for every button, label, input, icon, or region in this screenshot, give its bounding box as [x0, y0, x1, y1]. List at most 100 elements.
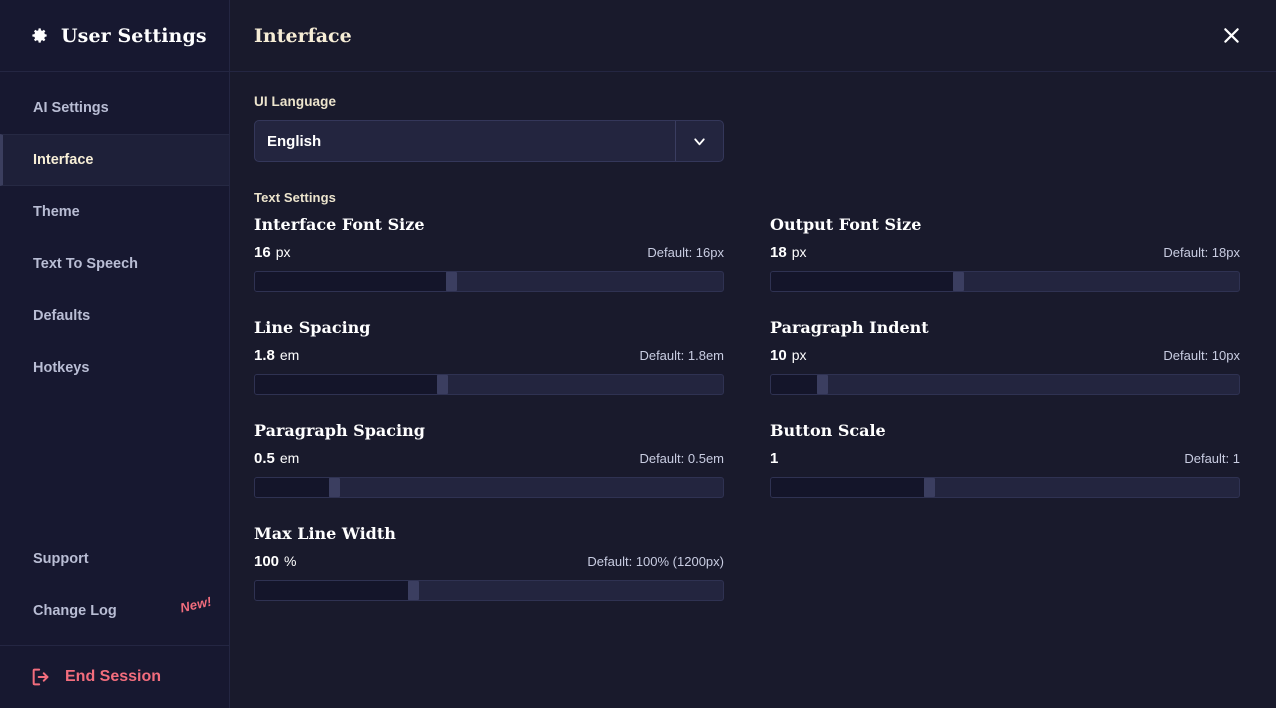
app-title: User Settings — [61, 25, 207, 47]
sidebar-item-label: Defaults — [33, 308, 90, 324]
end-session-label: End Session — [65, 668, 161, 686]
slider-default: Default: 16px — [647, 245, 724, 260]
slider-fill — [771, 272, 954, 291]
slider-track[interactable] — [770, 374, 1240, 395]
sidebar-item-change-log[interactable]: Change Log New! — [0, 585, 229, 637]
sidebar-item-text-to-speech[interactable]: Text To Speech — [0, 238, 229, 290]
ui-language-value: English — [255, 133, 321, 150]
slider-value-group: 0.5 em — [254, 450, 299, 468]
slider-paragraph-indent: Paragraph Indent 10 px Default: 10px — [770, 318, 1240, 421]
chevron-down-icon — [675, 121, 723, 161]
slider-thumb[interactable] — [817, 375, 828, 394]
sidebar-item-label: Text To Speech — [33, 256, 138, 272]
slider-fill — [255, 581, 409, 600]
slider-output-font-size: Output Font Size 18px Default: 18px — [770, 215, 1240, 318]
sidebar-item-label: Theme — [33, 204, 80, 220]
slider-track[interactable] — [254, 477, 724, 498]
text-settings-grid: Interface Font Size 16px Default: 16px O — [254, 215, 1252, 627]
slider-line-spacing: Line Spacing 1.8 em Default: 1.8em — [254, 318, 724, 421]
slider-thumb[interactable] — [437, 375, 448, 394]
main-header: Interface — [230, 0, 1276, 72]
ui-language-label: UI Language — [254, 94, 1252, 109]
gear-icon — [30, 26, 49, 45]
slider-title: Paragraph Spacing — [254, 421, 724, 440]
sidebar-nav: AI Settings Interface Theme Text To Spee… — [0, 72, 229, 394]
slider-button-scale: Button Scale 1 Default: 1 — [770, 421, 1240, 524]
slider-max-line-width: Max Line Width 100% Default: 100% (1200p… — [254, 524, 724, 627]
sidebar-item-ai-settings[interactable]: AI Settings — [0, 82, 229, 134]
slider-default: Default: 100% (1200px) — [587, 554, 724, 569]
sidebar-bottom-nav: Support Change Log New! End Session — [0, 533, 229, 708]
slider-value-group: 100% — [254, 553, 296, 571]
slider-paragraph-spacing: Paragraph Spacing 0.5 em Default: 0.5em — [254, 421, 724, 524]
sidebar-item-label: Support — [33, 551, 89, 567]
slider-value: 1 — [770, 450, 778, 467]
slider-meta: 1.8 em Default: 1.8em — [254, 347, 724, 365]
slider-default: Default: 10px — [1163, 348, 1240, 363]
close-button[interactable] — [1216, 21, 1246, 51]
settings-content: UI Language English Text Settings Interf… — [230, 72, 1276, 708]
slider-thumb[interactable] — [953, 272, 964, 291]
sidebar-item-label: Change Log — [33, 603, 117, 619]
slider-track[interactable] — [770, 271, 1240, 292]
slider-thumb[interactable] — [329, 478, 340, 497]
settings-window: User Settings AI Settings Interface Them… — [0, 0, 1276, 708]
sidebar-item-hotkeys[interactable]: Hotkeys — [0, 342, 229, 394]
slider-track[interactable] — [254, 374, 724, 395]
slider-title: Max Line Width — [254, 524, 724, 543]
slider-title: Button Scale — [770, 421, 1240, 440]
sidebar-item-interface[interactable]: Interface — [0, 134, 229, 186]
slider-value: 100 — [254, 553, 279, 570]
ui-language-select[interactable]: English — [254, 120, 724, 162]
slider-value-group: 16px — [254, 244, 290, 262]
slider-value: 10 — [770, 347, 787, 364]
sidebar-item-defaults[interactable]: Defaults — [0, 290, 229, 342]
slider-title: Interface Font Size — [254, 215, 724, 234]
slider-unit: px — [276, 244, 291, 260]
slider-default: Default: 18px — [1163, 245, 1240, 260]
slider-thumb[interactable] — [446, 272, 457, 291]
slider-default: Default: 1.8em — [639, 348, 724, 363]
slider-unit: % — [284, 553, 296, 569]
slider-unit: em — [280, 347, 299, 363]
slider-unit: px — [792, 244, 807, 260]
slider-default: Default: 1 — [1184, 451, 1240, 466]
slider-unit: px — [792, 347, 807, 363]
slider-fill — [771, 478, 925, 497]
slider-value-group: 1.8 em — [254, 347, 299, 365]
slider-value-group: 18px — [770, 244, 806, 262]
slider-thumb[interactable] — [924, 478, 935, 497]
slider-track[interactable] — [254, 580, 724, 601]
slider-fill — [255, 272, 447, 291]
slider-fill — [771, 375, 818, 394]
main-panel: Interface UI Language English — [230, 0, 1276, 708]
close-icon — [1221, 25, 1242, 46]
slider-title: Paragraph Indent — [770, 318, 1240, 337]
slider-meta: 18px Default: 18px — [770, 244, 1240, 262]
slider-fill — [255, 478, 330, 497]
sidebar-item-label: Hotkeys — [33, 360, 89, 376]
slider-track[interactable] — [254, 271, 724, 292]
slider-value: 1.8 — [254, 347, 275, 364]
sidebar-item-theme[interactable]: Theme — [0, 186, 229, 238]
slider-thumb[interactable] — [408, 581, 419, 600]
sidebar: User Settings AI Settings Interface Them… — [0, 0, 230, 708]
new-badge: New! — [179, 594, 213, 616]
sidebar-item-support[interactable]: Support — [0, 533, 229, 585]
end-session-button[interactable]: End Session — [0, 646, 229, 708]
sidebar-spacer — [0, 394, 229, 533]
slider-meta: 100% Default: 100% (1200px) — [254, 553, 724, 571]
sidebar-item-label: AI Settings — [33, 100, 109, 116]
slider-meta: 1 Default: 1 — [770, 450, 1240, 468]
slider-default: Default: 0.5em — [639, 451, 724, 466]
slider-fill — [255, 375, 438, 394]
slider-value-group: 10 px — [770, 347, 806, 365]
slider-value: 0.5 — [254, 450, 275, 467]
sidebar-header: User Settings — [0, 0, 229, 72]
slider-track[interactable] — [770, 477, 1240, 498]
slider-meta: 0.5 em Default: 0.5em — [254, 450, 724, 468]
slider-interface-font-size: Interface Font Size 16px Default: 16px — [254, 215, 724, 318]
slider-title: Line Spacing — [254, 318, 724, 337]
slider-unit: em — [280, 450, 299, 466]
sidebar-item-label: Interface — [33, 152, 93, 168]
